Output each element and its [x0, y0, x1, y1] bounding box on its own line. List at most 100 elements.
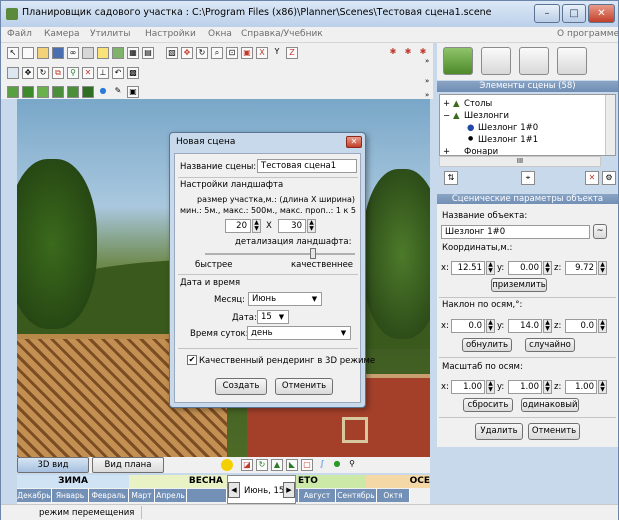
menu-utilities[interactable]: Утилиты — [90, 29, 131, 39]
path-icon[interactable]: ∫ — [316, 459, 328, 471]
dialog-cancel-button[interactable]: Отменить — [275, 378, 333, 395]
tree-vertical-scrollbar[interactable] — [605, 95, 615, 155]
person-icon[interactable]: ⚲ — [67, 67, 79, 79]
hill-icon[interactable] — [22, 86, 34, 98]
month-cell[interactable]: Апрель — [155, 489, 187, 502]
window-icon[interactable] — [7, 67, 19, 79]
new-file-icon[interactable] — [22, 47, 34, 59]
axis-x-button[interactable]: X — [256, 47, 268, 59]
date-select[interactable]: 15 ▼ — [257, 310, 289, 324]
reset-tilt-button[interactable]: обнулить — [462, 338, 512, 352]
tree-collapse-icon[interactable]: − — [443, 111, 450, 121]
month-cell[interactable]: Сентябрь — [336, 489, 377, 502]
month-cell[interactable]: Октя — [377, 489, 410, 502]
object-name-input[interactable]: Шезлонг 1#0 — [441, 225, 590, 239]
tilt-z-spinner[interactable]: ▲ ▼ — [598, 319, 607, 333]
month-cell[interactable]: Март — [129, 489, 155, 502]
pan-icon[interactable]: ✥ — [22, 67, 34, 79]
tree-item-lounger-1[interactable]: Шезлонг 1#1 — [478, 135, 538, 145]
plot-icon[interactable]: ▢ — [301, 459, 313, 471]
tree-expand-icon[interactable]: + — [443, 147, 450, 155]
close-button[interactable]: ✕ — [588, 4, 615, 23]
tree-expand-icon[interactable]: + — [443, 99, 450, 109]
next-date-button[interactable]: ▶ — [283, 482, 295, 498]
flatten-icon[interactable] — [82, 86, 94, 98]
delete-icon[interactable]: ✕ — [82, 67, 94, 79]
tilt-x-input[interactable]: 0.0 — [451, 319, 485, 333]
tree-item-loungers[interactable]: Шезлонги — [464, 111, 509, 121]
scale-z-input[interactable]: 1.00 — [565, 380, 597, 394]
tree-horizontal-scrollbar[interactable]: III — [439, 156, 601, 167]
uniform-scale-button[interactable]: одинаковый — [521, 398, 579, 412]
remove-element-icon[interactable]: ✕ — [585, 171, 599, 185]
coord-z-spinner[interactable]: ▲ ▼ — [598, 261, 607, 275]
cancel-object-button[interactable]: Отменить — [528, 423, 580, 440]
tree-item-lounger-0[interactable]: Шезлонг 1#0 — [478, 123, 538, 133]
tab-3d-view[interactable]: 3D вид — [17, 457, 89, 473]
valley-icon[interactable] — [37, 86, 49, 98]
menu-about[interactable]: О программе — [557, 29, 619, 39]
scene-name-input[interactable]: Тестовая сцена1 — [257, 159, 357, 173]
link-icon[interactable]: ∞ — [67, 47, 79, 59]
detail-slider-track[interactable] — [205, 253, 355, 255]
print-icon[interactable] — [82, 47, 94, 59]
tab-scene-elements[interactable] — [443, 47, 473, 75]
month-cell[interactable]: Август — [299, 489, 336, 502]
month-cell[interactable] — [187, 489, 227, 502]
tree-item-tables[interactable]: Столы — [464, 99, 492, 109]
save-icon[interactable] — [52, 47, 64, 59]
landscape-icon[interactable] — [112, 47, 124, 59]
menu-windows[interactable]: Окна — [208, 29, 232, 39]
toolbar-overflow-3[interactable]: » — [425, 91, 429, 99]
scale-z-spinner[interactable]: ▲ ▼ — [598, 380, 607, 394]
plant-icon[interactable]: ● — [331, 459, 343, 471]
object-name-button[interactable]: ~ — [593, 224, 607, 239]
menu-camera[interactable]: Камера — [44, 29, 79, 39]
water-icon[interactable]: ● — [97, 86, 109, 98]
coord-x-spinner[interactable]: ▲ ▼ — [486, 261, 495, 275]
texture-icon[interactable]: ▣ — [127, 86, 139, 98]
prev-date-button[interactable]: ◀ — [228, 482, 240, 498]
copy-icon[interactable]: ⧉ — [52, 67, 64, 79]
grid-icon[interactable]: ▦ — [127, 47, 139, 59]
menu-settings[interactable]: Настройки — [145, 29, 196, 39]
tilt-z-input[interactable]: 0.0 — [565, 319, 597, 333]
tab-plan-view[interactable]: Вид плана — [92, 457, 164, 473]
menu-file[interactable]: Файл — [7, 29, 32, 39]
plot-width-input[interactable]: 30 — [278, 219, 306, 233]
rotate-object-icon[interactable]: ↻ — [37, 67, 49, 79]
measure-icon[interactable]: ⊥ — [97, 67, 109, 79]
plot-width-spinner[interactable]: ▲ ▼ — [307, 219, 316, 233]
dialog-close-button[interactable]: ✕ — [346, 136, 362, 148]
scale-y-spinner[interactable]: ▲ ▼ — [543, 380, 552, 394]
raise-icon[interactable] — [52, 86, 64, 98]
misc-tool-icon[interactable]: ⚲ — [346, 459, 358, 471]
coord-y-spinner[interactable]: ▲ ▼ — [543, 261, 552, 275]
month-cell[interactable]: Февраль — [89, 489, 129, 502]
bug-remove-icon[interactable]: ✱ — [402, 47, 414, 59]
minimize-button[interactable]: – — [534, 4, 560, 23]
render3d-checkbox[interactable]: ✔ — [187, 355, 197, 365]
random-tilt-button[interactable]: случайно — [525, 338, 575, 352]
move-icon[interactable]: ✥ — [181, 47, 193, 59]
ground-button[interactable]: приземлить — [491, 278, 547, 292]
plot-length-spinner[interactable]: ▲ ▼ — [252, 219, 261, 233]
detail-slider-thumb[interactable] — [310, 248, 316, 259]
coord-y-input[interactable]: 0.00 — [508, 261, 542, 275]
toolbar-overflow-2[interactable]: » — [425, 77, 429, 85]
month-cell[interactable]: Декабрь — [17, 489, 52, 502]
terrain-icon[interactable] — [7, 86, 19, 98]
tab-tools[interactable] — [481, 47, 511, 75]
land-icon[interactable]: ◣ — [286, 459, 298, 471]
month-select[interactable]: Июнь ▼ — [248, 292, 322, 306]
light-icon[interactable] — [97, 47, 109, 59]
scale-x-spinner[interactable]: ▲ ▼ — [486, 380, 495, 394]
delete-object-button[interactable]: Удалить — [475, 423, 523, 440]
menu-help[interactable]: Справка/Учебник — [241, 29, 323, 39]
tab-camera[interactable] — [519, 47, 549, 75]
maximize-button[interactable]: □ — [562, 4, 586, 23]
plot-length-input[interactable]: 20 — [225, 219, 251, 233]
expand-all-icon[interactable]: ⇅ — [444, 171, 458, 185]
refresh-icon[interactable]: ↻ — [256, 459, 268, 471]
toolbar-overflow-1[interactable]: » — [425, 57, 429, 65]
